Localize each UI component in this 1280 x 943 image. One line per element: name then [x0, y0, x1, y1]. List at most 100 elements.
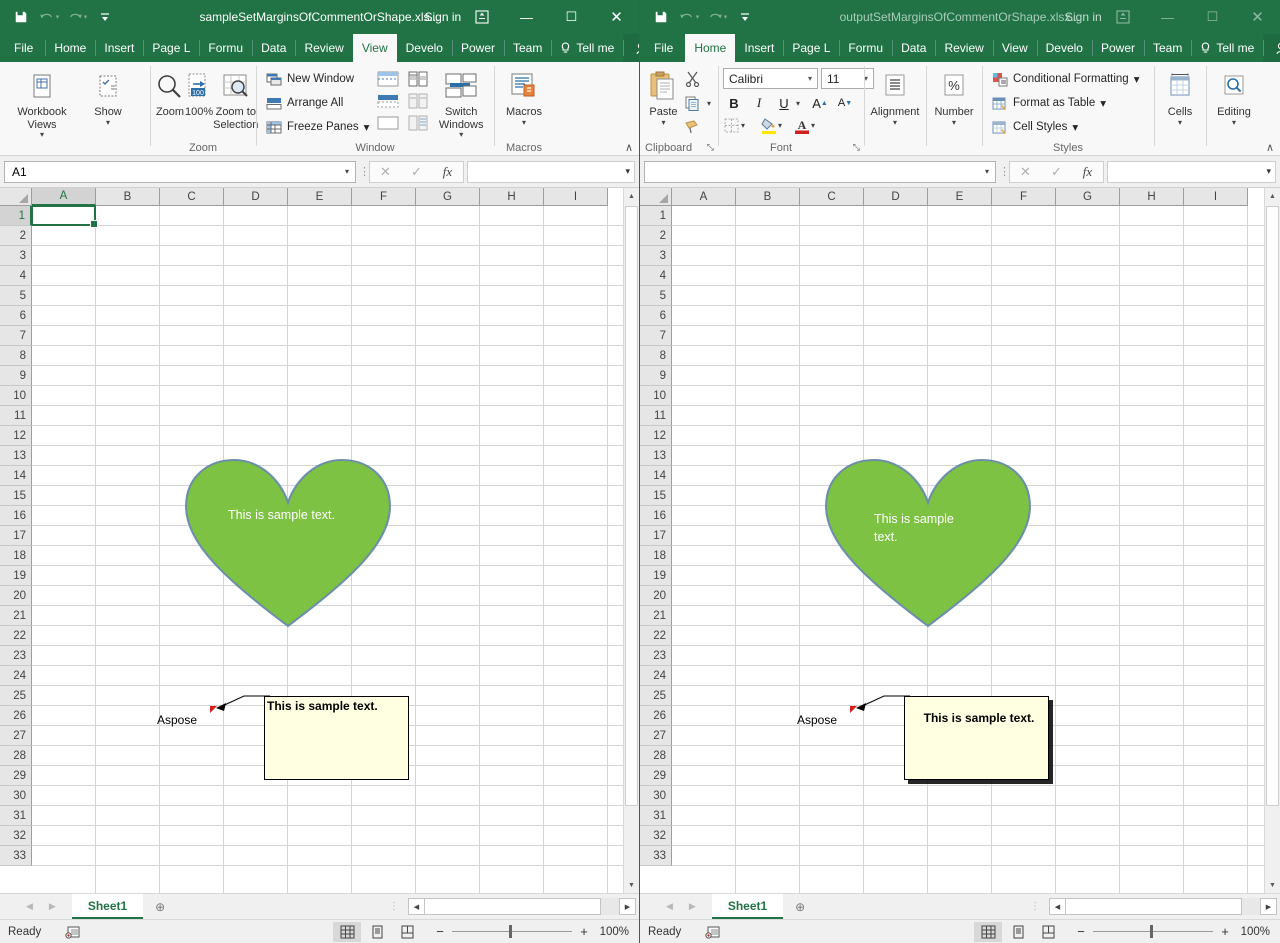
- column-header-g[interactable]: G: [1056, 188, 1120, 206]
- underline-button[interactable]: U ▾: [773, 92, 800, 114]
- normal-view-icon[interactable]: [333, 922, 361, 942]
- scroll-track[interactable]: [624, 204, 639, 877]
- row-header-13[interactable]: 13: [0, 446, 32, 466]
- enter-icon[interactable]: ✓: [401, 162, 432, 182]
- horizontal-scrollbar[interactable]: ◀ ▶: [408, 898, 636, 915]
- reset-window-position-icon[interactable]: [405, 113, 431, 133]
- row-header-22[interactable]: 22: [640, 626, 672, 646]
- sheet-tab-sheet1[interactable]: Sheet1: [712, 894, 783, 919]
- scroll-right-icon[interactable]: ▶: [1260, 898, 1277, 915]
- row-header-16[interactable]: 16: [0, 506, 32, 526]
- next-sheet-icon[interactable]: ▶: [689, 901, 696, 912]
- alignment-button[interactable]: Alignment ▾: [869, 66, 921, 127]
- collapse-ribbon-button[interactable]: ∧: [1266, 141, 1274, 154]
- tab-power[interactable]: Power: [1092, 34, 1144, 62]
- number-button[interactable]: % Number ▾: [931, 66, 977, 127]
- column-header-i[interactable]: I: [1184, 188, 1248, 206]
- page-break-preview-icon[interactable]: [393, 922, 421, 942]
- column-header-a[interactable]: A: [672, 188, 736, 206]
- row-header-15[interactable]: 15: [0, 486, 32, 506]
- row-header-21[interactable]: 21: [640, 606, 672, 626]
- split-handle[interactable]: ⋮: [383, 901, 404, 912]
- column-header-d[interactable]: D: [864, 188, 928, 206]
- row-header-11[interactable]: 11: [640, 406, 672, 426]
- zoom-slider[interactable]: − +: [1062, 924, 1240, 939]
- unhide-icon[interactable]: [375, 113, 401, 133]
- zoom-100-button[interactable]: 100 100%: [185, 66, 213, 119]
- chevron-down-icon[interactable]: ▾: [985, 167, 992, 176]
- cut-button[interactable]: [682, 68, 713, 90]
- paste-button[interactable]: Paste ▾: [645, 66, 682, 127]
- cancel-icon[interactable]: ✕: [1010, 162, 1041, 182]
- page-layout-view-icon[interactable]: [1004, 922, 1032, 942]
- row-header-4[interactable]: 4: [0, 266, 32, 286]
- page-break-preview-icon[interactable]: [1034, 922, 1062, 942]
- grow-font-button[interactable]: A▲: [809, 92, 831, 114]
- formula-input[interactable]: ▾: [467, 161, 635, 183]
- row-header-23[interactable]: 23: [640, 646, 672, 666]
- scroll-left-icon[interactable]: ◀: [1049, 898, 1066, 915]
- row-header-2[interactable]: 2: [640, 226, 672, 246]
- vertical-scrollbar[interactable]: ▲ ▼: [623, 188, 639, 893]
- row-header-27[interactable]: 27: [0, 726, 32, 746]
- row-header-18[interactable]: 18: [640, 546, 672, 566]
- font-dialog-launcher[interactable]: ⤡: [853, 139, 860, 155]
- row-header-10[interactable]: 10: [0, 386, 32, 406]
- column-header-c[interactable]: C: [800, 188, 864, 206]
- conditional-formatting-button[interactable]: Conditional Formatting ▾: [987, 68, 1143, 90]
- row-header-8[interactable]: 8: [0, 346, 32, 366]
- row-header-12[interactable]: 12: [640, 426, 672, 446]
- add-sheet-icon[interactable]: ⊕: [143, 894, 177, 919]
- scroll-down-icon[interactable]: ▼: [624, 877, 639, 893]
- row-header-26[interactable]: 26: [640, 706, 672, 726]
- editing-button[interactable]: Editing ▾: [1211, 66, 1257, 127]
- close-button[interactable]: ✕: [1235, 0, 1280, 34]
- tab-review[interactable]: Review: [935, 34, 992, 62]
- tab-view[interactable]: View: [993, 34, 1037, 62]
- zoom-level-label[interactable]: 100%: [1240, 926, 1280, 938]
- row-header-14[interactable]: 14: [640, 466, 672, 486]
- zoom-thumb[interactable]: [509, 925, 512, 938]
- row-header-14[interactable]: 14: [0, 466, 32, 486]
- row-header-30[interactable]: 30: [0, 786, 32, 806]
- row-header-7[interactable]: 7: [640, 326, 672, 346]
- column-header-e[interactable]: E: [288, 188, 352, 206]
- row-header-17[interactable]: 17: [0, 526, 32, 546]
- row-header-19[interactable]: 19: [0, 566, 32, 586]
- chevron-down-icon[interactable]: ▾: [777, 121, 782, 130]
- maximize-button[interactable]: ☐: [549, 0, 594, 34]
- heart-shape[interactable]: This is sample text.: [184, 458, 392, 630]
- new-window-button[interactable]: New Window: [261, 68, 373, 90]
- record-macro-icon[interactable]: [681, 925, 720, 939]
- row-header-2[interactable]: 2: [0, 226, 32, 246]
- row-header-21[interactable]: 21: [0, 606, 32, 626]
- chevron-down-icon[interactable]: ▾: [795, 99, 800, 108]
- chevron-down-icon[interactable]: ▾: [810, 121, 815, 130]
- clipboard-dialog-launcher[interactable]: ⤡: [707, 139, 714, 155]
- row-header-25[interactable]: 25: [640, 686, 672, 706]
- maximize-button[interactable]: ☐: [1190, 0, 1235, 34]
- borders-button[interactable]: ▾: [723, 117, 745, 134]
- tab-power[interactable]: Power: [452, 34, 504, 62]
- column-header-f[interactable]: F: [352, 188, 416, 206]
- scroll-thumb[interactable]: [625, 206, 638, 806]
- shrink-font-button[interactable]: A▼: [834, 92, 856, 114]
- horizontal-scrollbar[interactable]: ◀ ▶: [1049, 898, 1277, 915]
- column-header-d[interactable]: D: [224, 188, 288, 206]
- record-macro-icon[interactable]: [41, 925, 80, 939]
- ribbon-display-options-icon[interactable]: [1100, 0, 1145, 34]
- zoom-thumb[interactable]: [1150, 925, 1153, 938]
- synchronous-scrolling-icon[interactable]: [405, 91, 431, 111]
- scroll-up-icon[interactable]: ▲: [624, 188, 639, 204]
- fill-color-button[interactable]: ▾: [760, 117, 782, 134]
- row-header-20[interactable]: 20: [0, 586, 32, 606]
- row-header-26[interactable]: 26: [0, 706, 32, 726]
- row-header-22[interactable]: 22: [0, 626, 32, 646]
- tab-home[interactable]: Home: [45, 34, 95, 62]
- sign-in-button[interactable]: Sign in: [425, 10, 462, 24]
- prev-sheet-icon[interactable]: ◀: [26, 901, 33, 912]
- close-button[interactable]: ✕: [594, 0, 639, 34]
- expand-formula-bar-icon[interactable]: ▾: [1266, 166, 1271, 177]
- formula-input[interactable]: ▾: [1107, 161, 1276, 183]
- row-header-33[interactable]: 33: [640, 846, 672, 866]
